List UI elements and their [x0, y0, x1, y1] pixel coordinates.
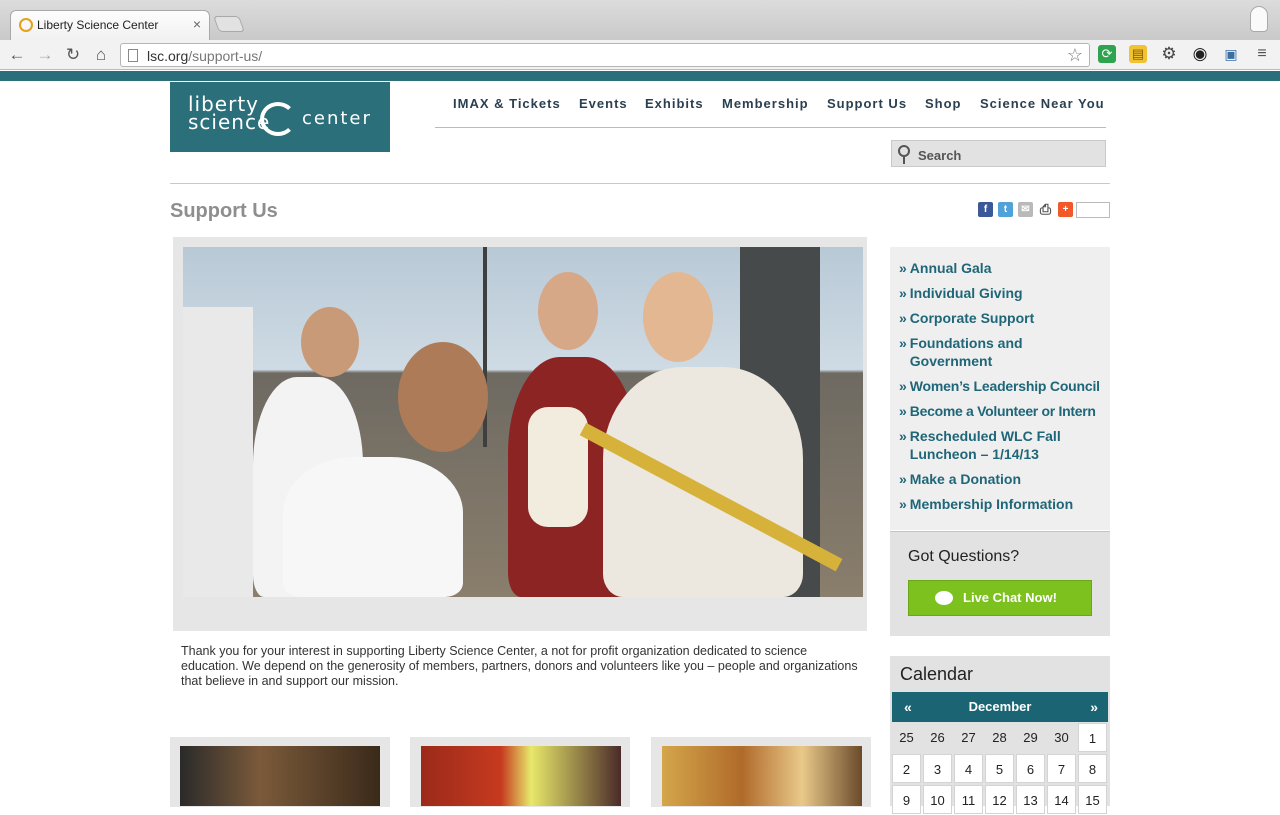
- twitter-icon[interactable]: t: [998, 202, 1013, 217]
- address-bar[interactable]: lsc.org/support-us/ ☆: [120, 43, 1090, 67]
- nav-shop[interactable]: Shop: [925, 96, 962, 114]
- logo-swirl-icon: [260, 102, 296, 136]
- page-title: Support Us: [170, 200, 278, 222]
- calendar-day[interactable]: 27: [954, 723, 983, 752]
- sync-extension-icon[interactable]: ⟳: [1098, 45, 1116, 63]
- nav-divider: [435, 127, 1106, 128]
- close-tab-icon[interactable]: ×: [193, 16, 201, 32]
- gear-icon[interactable]: ⚙: [1160, 45, 1178, 63]
- browser-toolbar: ← → ↻ ⌂ lsc.org/support-us/ ☆ ⟳ ▤ ⚙ ◉ ▣ …: [0, 40, 1280, 70]
- profile-icon[interactable]: [1250, 6, 1268, 32]
- facebook-icon[interactable]: f: [978, 202, 993, 217]
- calendar-day[interactable]: 2: [892, 754, 921, 783]
- url-text: lsc.org/support-us/: [147, 48, 263, 64]
- questions-title: Got Questions?: [908, 548, 1020, 565]
- hero-image: [183, 247, 863, 597]
- browser-tab[interactable]: Liberty Science Center ×: [10, 10, 210, 40]
- thumbnail-image[interactable]: [662, 746, 862, 806]
- share-count-box: [1076, 202, 1110, 218]
- thumbnail-image[interactable]: [180, 746, 380, 806]
- forward-arrow-icon[interactable]: →: [34, 44, 56, 66]
- sidebar-item-foundations-government[interactable]: » Foundations and Government: [899, 334, 1109, 370]
- calendar-day[interactable]: 5: [985, 754, 1014, 783]
- calendar-month: December: [968, 699, 1032, 714]
- questions-panel: Got Questions? Live Chat Now!: [890, 531, 1110, 636]
- next-month-button[interactable]: »: [1090, 699, 1098, 715]
- support-links-panel: » Annual Gala » Individual Giving » Corpora…: [890, 247, 1110, 530]
- search-icon: [898, 145, 910, 164]
- sidebar-item-individual-giving[interactable]: » Individual Giving: [899, 284, 1109, 302]
- menu-icon[interactable]: ≡: [1253, 45, 1271, 63]
- intro-paragraph: Thank you for your interest in supportin…: [181, 644, 858, 688]
- nav-support-us[interactable]: Support Us: [827, 96, 907, 114]
- calendar-day[interactable]: 26: [923, 723, 952, 752]
- browser-tabstrip: Liberty Science Center ×: [0, 0, 1280, 40]
- nav-membership[interactable]: Membership: [722, 96, 809, 114]
- print-icon[interactable]: ⎙: [1038, 202, 1053, 217]
- tab-title: Liberty Science Center: [37, 18, 159, 32]
- site-favicon-icon: [19, 18, 33, 32]
- site-logo[interactable]: liberty science center: [170, 82, 390, 152]
- record-extension-icon[interactable]: ◉: [1191, 45, 1209, 63]
- sidebar-item-make-donation[interactable]: » Make a Donation: [899, 470, 1109, 488]
- calendar-day[interactable]: 29: [1016, 723, 1045, 752]
- calendar-day[interactable]: 8: [1078, 754, 1107, 783]
- thumbnail-image[interactable]: [421, 746, 621, 806]
- nav-events[interactable]: Events: [579, 96, 628, 114]
- page-icon: [128, 49, 138, 62]
- camera-extension-icon[interactable]: ▣: [1222, 45, 1240, 63]
- folder-extension-icon[interactable]: ▤: [1129, 45, 1147, 63]
- nav-science-near-you[interactable]: Science Near You: [980, 96, 1105, 114]
- sidebar-item-womens-leadership[interactable]: » Women’s Leadership Council: [899, 377, 1109, 395]
- new-tab-button[interactable]: [213, 16, 245, 32]
- back-arrow-icon[interactable]: ←: [6, 44, 28, 66]
- header-divider: [170, 183, 1110, 184]
- search-input[interactable]: Search: [891, 140, 1106, 167]
- calendar-day[interactable]: 7: [1047, 754, 1076, 783]
- calendar-day[interactable]: 3: [923, 754, 952, 783]
- site-top-strip: [0, 71, 1280, 81]
- search-placeholder: Search: [918, 148, 962, 163]
- calendar-title: Calendar: [900, 664, 974, 684]
- calendar-day[interactable]: 4: [954, 754, 983, 783]
- calendar-header: « December »: [892, 692, 1108, 722]
- calendar-day[interactable]: 30: [1047, 723, 1076, 752]
- email-icon[interactable]: ✉: [1018, 202, 1033, 217]
- nav-imax-tickets[interactable]: IMAX & Tickets: [453, 96, 561, 114]
- reload-icon[interactable]: ↻: [62, 44, 84, 66]
- live-chat-button[interactable]: Live Chat Now!: [908, 580, 1092, 616]
- bookmark-star-icon[interactable]: ☆: [1067, 45, 1083, 66]
- chat-bubble-icon: [935, 591, 953, 605]
- calendar-day[interactable]: 25: [892, 723, 921, 752]
- home-icon[interactable]: ⌂: [90, 44, 112, 66]
- sidebar-item-corporate-support[interactable]: » Corporate Support: [899, 309, 1109, 327]
- sidebar-item-annual-gala[interactable]: » Annual Gala: [899, 259, 1109, 277]
- calendar-widget: Calendar « December » 25 26 27 28 29 30 …: [890, 656, 1110, 814]
- nav-exhibits[interactable]: Exhibits: [645, 96, 704, 114]
- calendar-day[interactable]: 1: [1078, 723, 1107, 752]
- addthis-icon[interactable]: +: [1058, 202, 1073, 217]
- calendar-day[interactable]: 6: [1016, 754, 1045, 783]
- sidebar-item-wlc-luncheon[interactable]: » Rescheduled WLC Fall Luncheon – 1/14/13: [899, 427, 1109, 463]
- calendar-day[interactable]: 28: [985, 723, 1014, 752]
- sidebar-item-membership-info[interactable]: » Membership Information: [899, 495, 1109, 513]
- sidebar-item-volunteer-intern[interactable]: » Become a Volunteer or Intern: [899, 402, 1109, 420]
